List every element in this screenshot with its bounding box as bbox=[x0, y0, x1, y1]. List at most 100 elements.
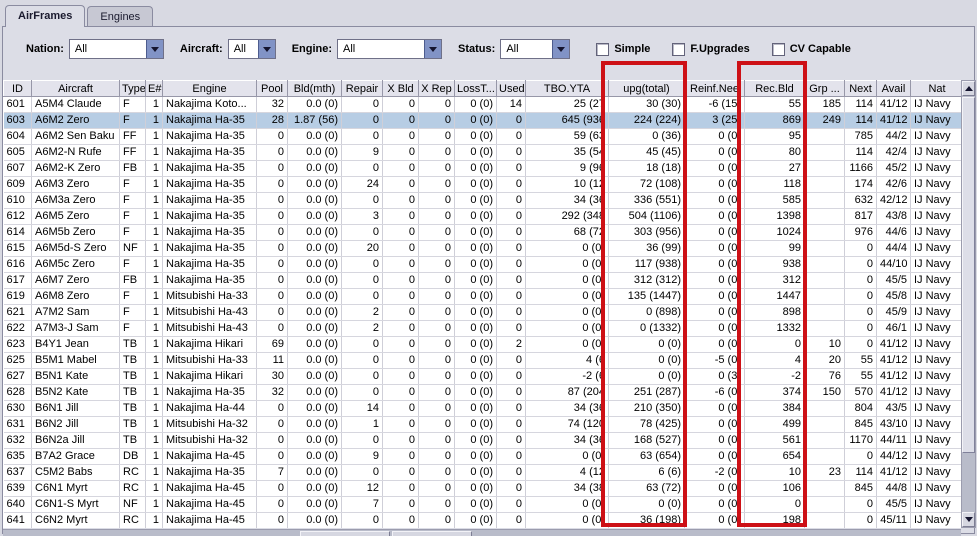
table-row[interactable]: 609 A6M3 Zero F 1 Nakajima Ha-35 0 0.0 (0) 24 0 0… bbox=[3, 176, 961, 193]
column-header[interactable]: LossT... bbox=[454, 80, 497, 97]
table-row[interactable]: 614 A6M5b Zero F 1 Nakajima Ha-35 0 0.0 (0) 0 0 0… bbox=[3, 224, 961, 241]
scroll-up-button[interactable] bbox=[962, 81, 975, 96]
table-row[interactable]: 617 A6M7 Zero FB 1 Nakajima Ha-35 0 0.0 (0) 0 0 0… bbox=[3, 272, 961, 289]
table-cell: 605 bbox=[3, 144, 32, 161]
column-header[interactable]: Used bbox=[496, 80, 526, 97]
table-row[interactable]: 635 B7A2 Grace DB 1 Nakajima Ha-45 0 0.0 (0) 9 0… bbox=[3, 448, 961, 465]
column-header[interactable]: ID bbox=[3, 80, 32, 97]
horizontal-scrollbar[interactable] bbox=[3, 529, 961, 536]
table-row[interactable]: 630 B6N1 Jill TB 1 Nakajima Ha-44 0 0.0 (0) 14 0… bbox=[3, 400, 961, 417]
column-header[interactable]: TBO.YTA bbox=[525, 80, 609, 97]
table-cell: 623 bbox=[3, 336, 32, 353]
table-row[interactable]: 605 A6M2-N Rufe FF 1 Nakajima Ha-35 0 0.0 (0) 9… bbox=[3, 144, 961, 161]
table-cell: 30 bbox=[256, 368, 288, 385]
table-cell: 0 bbox=[256, 256, 288, 273]
table-row[interactable]: 640 C6N1-S Myrt NF 1 Nakajima Ha-45 0 0.0 (0) 7… bbox=[3, 496, 961, 513]
cv-capable-checkbox[interactable] bbox=[771, 42, 785, 56]
table-cell: 601 bbox=[3, 96, 32, 113]
table-row[interactable]: 619 A6M8 Zero F 1 Mitsubishi Ha-33 0 0.0 (0) 0 0… bbox=[3, 288, 961, 305]
column-header[interactable]: E# bbox=[145, 80, 163, 97]
column-header[interactable]: X Rep bbox=[418, 80, 455, 97]
table-row[interactable]: 603 A6M2 Zero F 1 Nakajima Ha-35 28 1.87 (56) 0… bbox=[3, 112, 961, 129]
column-header[interactable]: Engine bbox=[162, 80, 257, 97]
status-combo-arrow-button[interactable] bbox=[552, 40, 570, 58]
table-row[interactable]: 623 B4Y1 Jean TB 1 Nakajima Hikari 69 0.0 (0) 0… bbox=[3, 336, 961, 353]
table-row[interactable]: 610 A6M3a Zero F 1 Nakajima Ha-35 0 0.0 (0) 0 0 0… bbox=[3, 192, 961, 209]
table-cell: 0 bbox=[418, 256, 455, 273]
column-header[interactable]: X Bld bbox=[382, 80, 419, 97]
table-cell: 1 bbox=[145, 256, 163, 273]
table-row[interactable]: 632 B6N2a Jill TB 1 Mitsubishi Ha-32 0 0.0 (0)… bbox=[3, 432, 961, 449]
column-header[interactable]: Avail bbox=[876, 80, 911, 97]
table-cell: 976 bbox=[844, 224, 877, 241]
column-header[interactable]: upg(total) bbox=[608, 80, 685, 97]
aircraft-label: Aircraft: bbox=[179, 43, 223, 55]
horizontal-scrollbar-thumb[interactable] bbox=[392, 531, 472, 536]
engine-combo-arrow-button[interactable] bbox=[424, 40, 442, 58]
table-cell: 938 bbox=[744, 256, 805, 273]
engine-label: Engine: bbox=[291, 43, 333, 55]
table-row[interactable]: 607 A6M2-K Zero FB 1 Nakajima Ha-35 0 0.0 (0) 0… bbox=[3, 160, 961, 177]
table-cell: A6M3a Zero bbox=[31, 192, 120, 209]
table-cell: 0 (0) bbox=[684, 320, 745, 337]
table-cell: A6M7 Zero bbox=[31, 272, 120, 289]
column-header[interactable]: Type bbox=[119, 80, 146, 97]
table-cell: 0.0 (0) bbox=[287, 256, 342, 273]
column-header[interactable]: Next bbox=[844, 80, 877, 97]
nation-combo-arrow-button[interactable] bbox=[145, 40, 163, 58]
table-row[interactable]: 615 A6M5d-S Zero NF 1 Nakajima Ha-35 0 0.0 (0)… bbox=[3, 240, 961, 257]
table-cell: 0 (1332) bbox=[608, 320, 685, 337]
column-header[interactable]: Reinf.Nee bbox=[684, 80, 745, 97]
table-row[interactable]: 616 A6M5c Zero F 1 Nakajima Ha-35 0 0.0 (0) 0 0 0… bbox=[3, 256, 961, 273]
table-cell: 249 bbox=[804, 112, 845, 129]
table-cell bbox=[804, 448, 845, 465]
table-cell: 7 bbox=[341, 496, 383, 513]
column-header[interactable]: Grp ... bbox=[804, 80, 845, 97]
nation-combo[interactable]: All bbox=[68, 39, 164, 59]
column-header[interactable]: Nat bbox=[910, 80, 961, 97]
table-row[interactable]: 641 C6N2 Myrt RC 1 Nakajima Ha-45 0 0.0 (0) 0 0 0… bbox=[3, 512, 961, 528]
table-cell: 0 (0) bbox=[684, 208, 745, 225]
scroll-down-button[interactable] bbox=[962, 512, 975, 527]
tab-engines[interactable]: Engines bbox=[87, 6, 154, 26]
table-row[interactable]: 621 A7M2 Sam F 1 Mitsubishi Ha-43 0 0.0 (0) 2 0 0… bbox=[3, 304, 961, 321]
table-row[interactable]: 612 A6M5 Zero F 1 Nakajima Ha-35 0 0.0 (0) 3 0 0 0… bbox=[3, 208, 961, 225]
column-header[interactable]: Aircraft bbox=[31, 80, 120, 97]
table-row[interactable]: 639 C6N1 Myrt RC 1 Nakajima Ha-45 0 0.0 (0) 12 0… bbox=[3, 480, 961, 497]
table-row[interactable]: 627 B5N1 Kate TB 1 Nakajima Hikari 30 0.0 (0) 0… bbox=[3, 368, 961, 385]
table-cell: Nakajima Ha-35 bbox=[162, 128, 257, 145]
column-header[interactable]: Rec.Bld bbox=[744, 80, 805, 97]
tab-bar: AirFrames Engines bbox=[5, 3, 155, 27]
table-row[interactable]: 628 B5N2 Kate TB 1 Nakajima Ha-35 32 0.0 (0) 0 0… bbox=[3, 384, 961, 401]
f-upgrades-checkbox[interactable] bbox=[672, 42, 686, 56]
table-row[interactable]: 637 C5M2 Babs RC 1 Nakajima Ha-35 7 0.0 (0) 0 0 0… bbox=[3, 464, 961, 481]
table-cell: 34 (36 bbox=[525, 400, 609, 417]
table-cell: 1 bbox=[145, 176, 163, 193]
vertical-scrollbar[interactable] bbox=[961, 80, 976, 528]
horizontal-scrollbar-thumb[interactable] bbox=[300, 531, 390, 536]
tab-airframes[interactable]: AirFrames bbox=[5, 5, 86, 27]
table-cell: IJ Navy bbox=[910, 224, 961, 241]
simple-checkbox-label: Simple bbox=[614, 43, 651, 55]
table-row[interactable]: 604 A6M2 Sen Baku FF 1 Nakajima Ha-35 0 0.0 (0… bbox=[3, 128, 961, 145]
column-header[interactable]: Bld(mth) bbox=[287, 80, 342, 97]
table-row[interactable]: 625 B5M1 Mabel TB 1 Mitsubishi Ha-33 11 0.0 (0… bbox=[3, 352, 961, 369]
table-cell: 0 (0) bbox=[525, 320, 609, 337]
status-combo[interactable]: All bbox=[500, 39, 571, 59]
column-header[interactable]: Pool bbox=[256, 80, 288, 97]
aircraft-combo-arrow-button[interactable] bbox=[257, 40, 275, 58]
table-cell: Mitsubishi Ha-33 bbox=[162, 288, 257, 305]
table-cell: F bbox=[119, 288, 146, 305]
vertical-scrollbar-thumb[interactable] bbox=[962, 97, 975, 453]
column-header[interactable]: Repair bbox=[341, 80, 383, 97]
table-cell: 0 (0) bbox=[525, 288, 609, 305]
table-row[interactable]: 601 A5M4 Claude F 1 Nakajima Koto... 32 0.0 (0… bbox=[3, 96, 961, 113]
table-cell: 0 (0) bbox=[684, 128, 745, 145]
aircraft-combo[interactable]: All bbox=[227, 39, 276, 59]
table-row[interactable]: 631 B6N2 Jill TB 1 Mitsubishi Ha-32 0 0.0 (0) 1… bbox=[3, 416, 961, 433]
table-cell bbox=[804, 128, 845, 145]
engine-combo[interactable]: All bbox=[337, 39, 443, 59]
simple-checkbox[interactable] bbox=[596, 42, 610, 56]
table-cell: 0 bbox=[341, 256, 383, 273]
table-row[interactable]: 622 A7M3-J Sam F 1 Mitsubishi Ha-43 0 0.0 (0) 2… bbox=[3, 320, 961, 337]
